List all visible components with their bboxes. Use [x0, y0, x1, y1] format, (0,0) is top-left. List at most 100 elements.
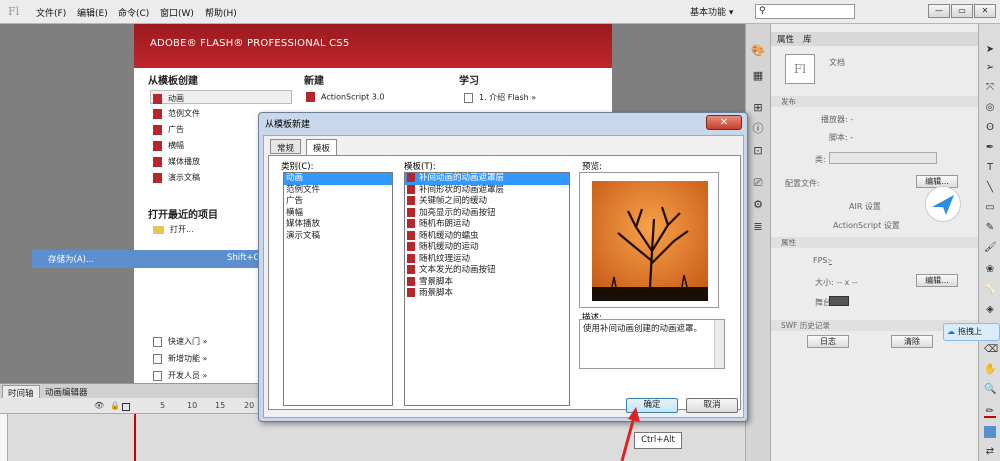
brush-icon[interactable]: 🖌	[984, 242, 997, 254]
playhead[interactable]	[134, 414, 136, 461]
size-edit-button[interactable]: 编辑...	[916, 274, 958, 287]
components-icon[interactable]: ⚙	[751, 198, 765, 212]
stroke-color-icon[interactable]: ✏	[984, 406, 996, 418]
info-icon[interactable]: ⓘ	[751, 122, 765, 136]
workspace-dropdown[interactable]: 基本功能 ▾	[690, 5, 733, 18]
template-item[interactable]: 补间动画的动画遮罩层	[405, 173, 569, 185]
selection-tool-icon[interactable]: ➤	[984, 44, 996, 56]
welcome-item-animation[interactable]: 动画	[150, 90, 292, 104]
welcome-item-presentation[interactable]: 演示文稿	[153, 172, 200, 183]
template-item[interactable]: 关键帧之间的缓动	[405, 196, 569, 208]
category-item[interactable]: 媒体播放	[284, 219, 392, 231]
fill-color-icon[interactable]	[984, 426, 996, 438]
category-item[interactable]: 范例文件	[284, 185, 392, 197]
menu-file[interactable]: 文件(F)	[36, 6, 66, 19]
close-button[interactable]: ✕	[974, 4, 996, 18]
outline-icon[interactable]	[122, 403, 130, 411]
save-as-label: 存储为(A)...	[48, 255, 95, 265]
clear-button[interactable]: 清除	[891, 335, 933, 348]
restore-button[interactable]: ▭	[951, 4, 973, 18]
tab-library[interactable]: 库	[803, 33, 812, 45]
category-item[interactable]: 演示文稿	[284, 231, 392, 243]
script-label: 脚本: -	[829, 133, 854, 142]
hand-tool-icon[interactable]: ✋	[984, 364, 996, 376]
whats-new-link[interactable]: 新增功能 »	[153, 353, 207, 364]
template-item[interactable]: 随机缓动的蠕虫	[405, 230, 569, 243]
new-as3[interactable]: ActionScript 3.0	[306, 92, 385, 102]
category-item[interactable]: 横幅	[284, 208, 392, 220]
motion-presets-icon[interactable]: ≣	[751, 220, 765, 234]
section-publish[interactable]: 发布	[771, 96, 979, 107]
align-icon[interactable]: ⊞	[751, 101, 765, 115]
template-list[interactable]: 补间动画的动画遮罩层 补间形状的动画遮罩层 关键帧之间的缓动 加亮显示的动画按钮…	[404, 172, 570, 406]
3d-rotation-icon[interactable]: ◎	[984, 102, 996, 114]
template-item[interactable]: 随机缓动的运动	[405, 242, 569, 254]
paint-bucket-icon[interactable]: ◈	[984, 304, 996, 316]
subselection-tool-icon[interactable]: ➢	[984, 62, 996, 74]
tab-motion-editor[interactable]: 动画编辑器	[40, 385, 93, 398]
welcome-item-banner[interactable]: 横幅	[153, 140, 184, 151]
description-scrollbar[interactable]	[714, 320, 724, 368]
zoom-tool-icon[interactable]: 🔍	[984, 384, 996, 396]
lock-icon[interactable]: 🔒	[110, 401, 120, 410]
menu-commands[interactable]: 命令(C)	[118, 6, 149, 19]
section-properties[interactable]: 属性	[771, 237, 979, 248]
template-item[interactable]: 补间形状的动画遮罩层	[405, 184, 569, 197]
swap-colors-icon[interactable]: ⇄	[984, 446, 996, 458]
learn-item-1[interactable]: 1. 介绍 Flash »	[464, 92, 536, 103]
transform-icon[interactable]: ⊡	[751, 144, 765, 158]
history-icon[interactable]: ⎚	[751, 176, 765, 190]
cloud-upload-tag[interactable]: ☁ 拖拽上	[943, 323, 1000, 341]
template-item[interactable]: 雨景脚本	[405, 288, 569, 300]
learn-heading: 学习	[459, 76, 479, 87]
swatches-icon[interactable]: ▦	[751, 69, 765, 83]
templates-tab-panel: 类别(C): 动画 范例文件 广告 横幅 媒体播放 演示文稿 模板(T): 补间…	[268, 155, 741, 410]
color-icon[interactable]: 🎨	[751, 44, 765, 58]
bird-icon[interactable]	[925, 186, 961, 222]
developers-link[interactable]: 开发人员 »	[153, 370, 207, 381]
text-tool-icon[interactable]: T	[984, 162, 996, 174]
fps-value[interactable]: -	[829, 256, 832, 265]
welcome-item-ads[interactable]: 广告	[153, 124, 184, 135]
template-item[interactable]: 随机布朗运动	[405, 219, 569, 231]
dialog-close-button[interactable]: ✕	[706, 115, 742, 130]
layer-panel	[0, 414, 8, 461]
template-item[interactable]: 加亮显示的动画按钮	[405, 207, 569, 220]
category-item[interactable]: 动画	[284, 173, 392, 185]
line-tool-icon[interactable]: ╲	[984, 182, 996, 194]
welcome-item-media[interactable]: 媒体播放	[153, 156, 200, 167]
tab-timeline[interactable]: 时间轴	[2, 385, 40, 399]
rectangle-tool-icon[interactable]: ▭	[984, 202, 996, 214]
menu-edit[interactable]: 编辑(E)	[77, 6, 108, 19]
category-item[interactable]: 广告	[284, 196, 392, 208]
pen-icon[interactable]: ✒	[984, 142, 996, 154]
menu-help[interactable]: 帮助(H)	[205, 6, 237, 19]
eraser-icon[interactable]: ⌫	[984, 344, 998, 356]
save-as-menu-item[interactable]: 存储为(A)... Shift+Ctrl+S	[32, 250, 281, 268]
deco-icon[interactable]: ❀	[984, 264, 996, 276]
air-settings-label: AIR 设置	[849, 202, 881, 211]
category-list[interactable]: 动画 范例文件 广告 横幅 媒体播放 演示文稿	[283, 172, 393, 406]
quickstart-link[interactable]: 快速入门 »	[153, 336, 207, 347]
free-transform-icon[interactable]: ⤧	[984, 82, 996, 94]
eye-icon[interactable]: 👁	[94, 401, 104, 410]
tab-properties[interactable]: 属性	[777, 33, 794, 45]
bone-icon[interactable]: 🦴	[984, 284, 996, 296]
minimize-button[interactable]: —	[928, 4, 950, 18]
cancel-button[interactable]: 取消	[686, 398, 738, 413]
template-item[interactable]: 雪景脚本	[405, 276, 569, 289]
search-input[interactable]: ⚲	[755, 4, 855, 19]
class-input[interactable]	[829, 152, 937, 164]
open-file-link[interactable]: 打开...	[153, 224, 194, 235]
template-item[interactable]: 随机纹理运动	[405, 253, 569, 266]
lasso-icon[interactable]: ʘ	[984, 122, 996, 134]
tab-templates[interactable]: 模板	[306, 139, 338, 156]
tab-general[interactable]: 常规	[270, 139, 302, 154]
template-item[interactable]: 文本发光的动画按钮	[405, 265, 569, 277]
log-button[interactable]: 日志	[807, 335, 849, 348]
welcome-item-samples[interactable]: 范例文件	[153, 108, 200, 119]
stage-color-swatch[interactable]	[829, 296, 849, 306]
menu-window[interactable]: 窗口(W)	[160, 6, 194, 19]
fla-icon	[407, 276, 415, 286]
pencil-icon[interactable]: ✎	[984, 222, 996, 234]
